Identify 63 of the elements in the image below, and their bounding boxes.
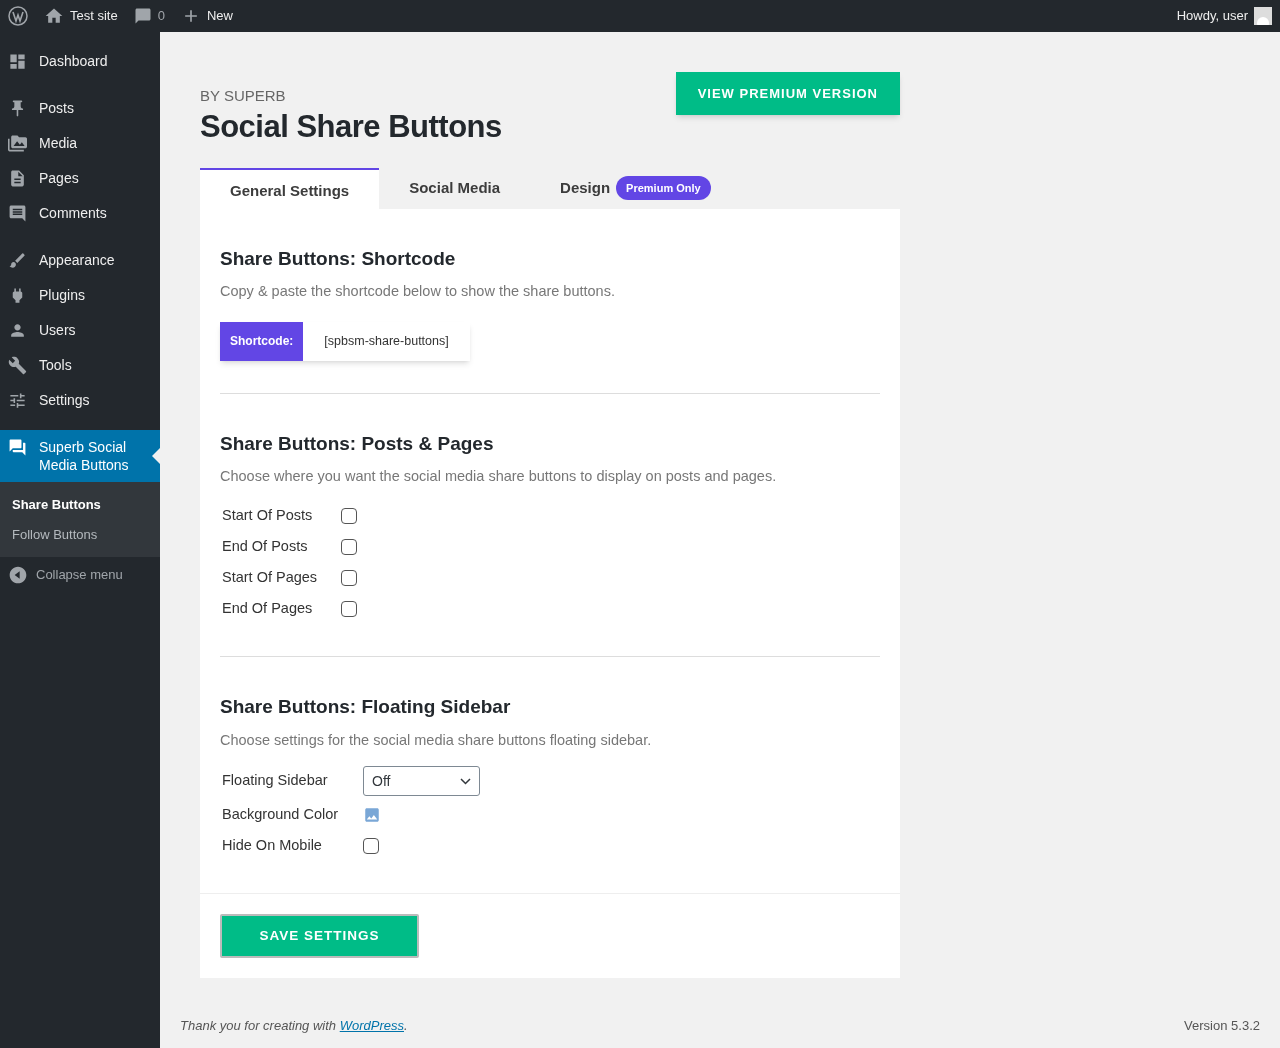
option-label: Start Of Posts [222, 505, 314, 525]
person-icon [8, 321, 27, 340]
brush-icon [8, 251, 27, 270]
checkbox[interactable] [341, 569, 357, 586]
option-label: End Of Pages [222, 598, 314, 618]
menu-item[interactable]: Users [0, 313, 160, 348]
speech-bubble-icon [8, 204, 27, 223]
tab[interactable]: Design Premium Only [530, 167, 741, 209]
checkbox[interactable] [341, 538, 357, 555]
collapse-arrow-icon [8, 565, 28, 585]
checkbox[interactable] [341, 507, 357, 524]
checkbox[interactable] [341, 600, 357, 617]
submenu-item[interactable]: Follow Buttons [0, 519, 160, 549]
menu-item[interactable]: Settings [0, 383, 160, 418]
site-link[interactable]: Test site [44, 6, 118, 26]
comments-link[interactable]: 0 [133, 6, 165, 26]
option-label: Floating Sidebar [222, 771, 329, 791]
checkbox[interactable] [363, 837, 379, 854]
active-pointer-icon [152, 448, 160, 464]
tab[interactable]: General Settings [200, 167, 380, 209]
section-description: Choose where you want the social media share buttons to display on posts and pages. [220, 467, 778, 487]
option-label: Hide On Mobile [222, 835, 323, 855]
menu-item[interactable]: Pages [0, 161, 160, 196]
submenu-item[interactable]: Share Buttons [0, 490, 160, 520]
home-icon [44, 6, 64, 26]
byline: BY SUPERB [200, 86, 287, 106]
menu-item[interactable]: Comments [0, 196, 160, 231]
wordpress-link[interactable]: WordPress [339, 1018, 404, 1034]
account-link[interactable]: Howdy, user [1176, 6, 1272, 26]
shortcode-value[interactable]: [spbsm-share-buttons] [303, 321, 470, 361]
option-label: Background Color [222, 804, 340, 824]
footer-text: Thank you for creating with WordPress. [180, 1017, 408, 1036]
sliders-icon [8, 391, 27, 410]
menu-item[interactable]: Plugins [0, 278, 160, 313]
wordpress-logo-icon[interactable] [8, 6, 28, 26]
option-label: End Of Posts [222, 536, 309, 556]
menu-item[interactable]: Tools [0, 348, 160, 383]
section-title: Share Buttons: Shortcode [220, 246, 457, 271]
wrench-icon [8, 356, 27, 375]
section-description: Choose settings for the social media share buttons floating sidebar. [220, 730, 653, 750]
tab[interactable]: Social Media [379, 167, 531, 209]
shortcode-label: Shortcode: [220, 321, 304, 361]
section-title: Share Buttons: Floating Sidebar [220, 695, 512, 719]
section-title: Share Buttons: Posts & Pages [220, 431, 495, 456]
speech-bubble-icon [133, 7, 152, 25]
media-icon [8, 134, 27, 153]
menu-item[interactable]: Posts [0, 91, 160, 126]
select-field[interactable]: Off [363, 766, 480, 797]
menu-item[interactable]: Media [0, 126, 160, 161]
section-description: Copy & paste the shortcode below to show the share buttons. [220, 282, 616, 301]
collapse-menu-button[interactable]: Collapse menu [0, 557, 160, 593]
menu-item[interactable]: Dashboard [0, 44, 160, 79]
menu-item[interactable]: Superb Social Media Buttons [0, 430, 160, 482]
chat-bubbles-icon [8, 438, 27, 457]
premium-badge: Premium Only [616, 175, 711, 201]
new-link[interactable]: New [180, 6, 233, 26]
chevron-down-icon [460, 777, 471, 785]
menu-item[interactable]: Appearance [0, 243, 160, 278]
avatar-icon [1254, 7, 1272, 25]
pages-icon [8, 169, 27, 188]
page-title: Social Share Buttons [200, 107, 502, 146]
version-text: Version 5.3.2 [1184, 1017, 1260, 1036]
option-label: Start Of Pages [222, 567, 319, 587]
